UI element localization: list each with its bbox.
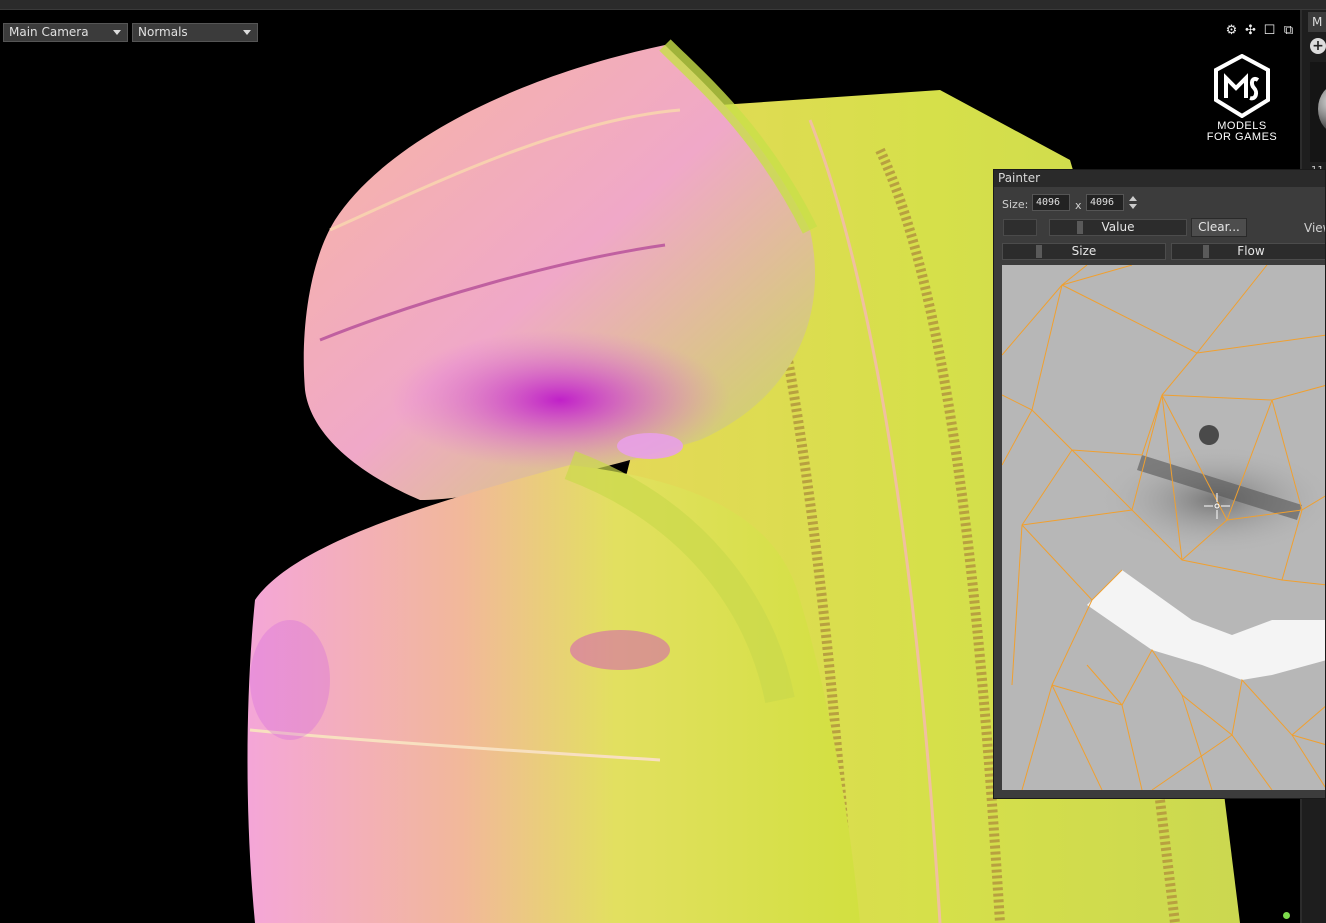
view-mode-select[interactable]: Normals <box>132 23 258 42</box>
models-for-games-logo: MODELS FOR GAMES <box>1200 53 1284 143</box>
brush-size-slider-handle[interactable] <box>1036 245 1042 258</box>
value-slider[interactable]: Value <box>1049 219 1187 236</box>
dock-tab[interactable]: M <box>1308 12 1326 32</box>
size-stepper-icon[interactable] <box>1128 196 1138 210</box>
brush-size-slider[interactable]: Size <box>1002 243 1166 260</box>
flow-slider-label: Flow <box>1237 244 1265 258</box>
clear-button[interactable]: Clear... <box>1191 218 1247 237</box>
viewport-toolbar: ⚙ ✣ ☐ ⧉ <box>1224 23 1296 38</box>
add-icon[interactable]: + <box>1310 38 1326 54</box>
view-mode-select-value: Normals <box>138 25 188 39</box>
color-swatch[interactable] <box>1003 219 1037 236</box>
popout-icon[interactable]: ⧉ <box>1281 23 1296 38</box>
view-label[interactable]: View <box>1304 221 1325 235</box>
texture-width-field[interactable]: 4096 <box>1032 194 1070 211</box>
status-indicator <box>1283 912 1290 919</box>
chevron-down-icon <box>113 30 121 35</box>
chevron-down-icon <box>243 30 251 35</box>
brush-size-slider-label: Size <box>1071 244 1097 258</box>
painter-panel: Painter Size: 4096 x 4096 Value Clear...… <box>993 169 1326 799</box>
texture-size-label: Size: <box>1002 198 1029 211</box>
gear-icon[interactable]: ⚙ <box>1224 23 1239 38</box>
texture-height-field[interactable]: 4096 <box>1086 194 1124 211</box>
logo-cube-icon <box>1214 53 1270 119</box>
flow-slider[interactable]: Flow <box>1171 243 1325 260</box>
maximize-icon[interactable]: ☐ <box>1262 23 1277 38</box>
value-slider-label: Value <box>1101 220 1135 234</box>
camera-select[interactable]: Main Camera <box>3 23 128 42</box>
value-slider-handle[interactable] <box>1077 221 1083 234</box>
painter-canvas[interactable] <box>1002 265 1325 790</box>
camera-select-value: Main Camera <box>9 25 89 39</box>
move-icon[interactable]: ✣ <box>1243 23 1258 38</box>
painter-title[interactable]: Painter <box>994 170 1325 187</box>
flow-slider-handle[interactable] <box>1203 245 1209 258</box>
logo-line-2: FOR GAMES <box>1206 131 1278 143</box>
sphere-preview-icon <box>1318 84 1326 134</box>
size-x-label: x <box>1075 199 1082 212</box>
uv-wireframe-canvas <box>1002 265 1325 790</box>
top-toolbar-strip <box>0 0 1326 10</box>
material-thumbnail[interactable] <box>1310 62 1326 162</box>
